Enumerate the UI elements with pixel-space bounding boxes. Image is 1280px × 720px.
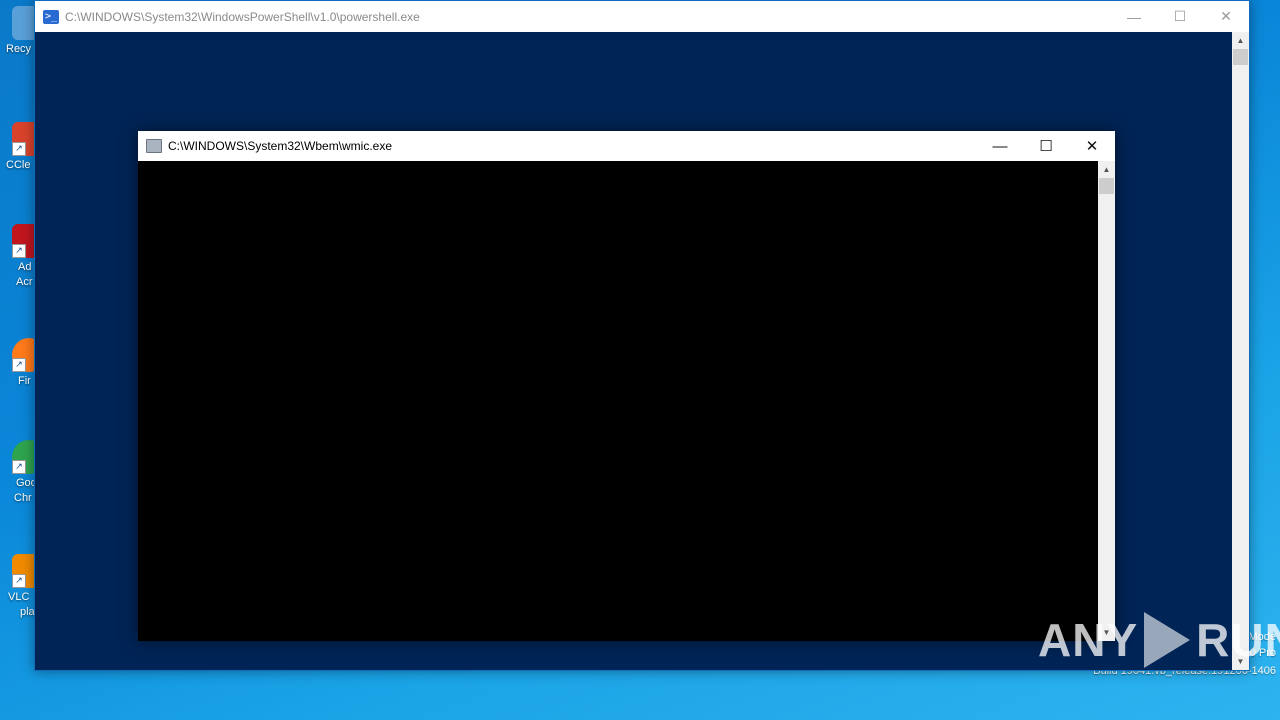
watermark-text-left: ANY xyxy=(1038,614,1139,666)
wmic-scrollbar[interactable]: ▲ ▼ xyxy=(1098,161,1115,641)
wmic-titlebar[interactable]: C:\WINDOWS\System32\Wbem\wmic.exe — ☐ ✕ xyxy=(138,131,1115,161)
powershell-scrollbar[interactable]: ▲ ▼ xyxy=(1232,32,1249,670)
minimize-button[interactable]: — xyxy=(1111,1,1157,32)
shortcut-arrow-icon: ↗ xyxy=(12,574,26,588)
close-icon: ✕ xyxy=(1220,8,1232,24)
shortcut-arrow-icon: ↗ xyxy=(12,244,26,258)
console-icon xyxy=(146,139,162,153)
maximize-button[interactable]: ☐ xyxy=(1157,1,1203,32)
shortcut-arrow-icon: ↗ xyxy=(12,460,26,474)
scrollbar-thumb[interactable] xyxy=(1233,49,1248,65)
close-icon: ✕ xyxy=(1085,138,1099,155)
shortcut-arrow-icon: ↗ xyxy=(12,358,26,372)
minimize-icon: — xyxy=(1127,8,1141,25)
shortcut-arrow-icon: ↗ xyxy=(12,142,26,156)
maximize-button[interactable]: ☐ xyxy=(1023,131,1069,161)
powershell-titlebar[interactable]: >_ C:\WINDOWS\System32\WindowsPowerShell… xyxy=(35,1,1249,32)
scroll-up-icon[interactable]: ▲ xyxy=(1098,161,1115,178)
play-logo-icon xyxy=(1144,612,1191,668)
powershell-icon: >_ xyxy=(43,9,59,24)
minimize-button[interactable]: — xyxy=(977,131,1023,161)
maximize-icon: ☐ xyxy=(1039,138,1053,155)
wmic-window-controls: — ☐ ✕ xyxy=(977,131,1115,162)
maximize-icon: ☐ xyxy=(1173,8,1187,24)
close-button[interactable]: ✕ xyxy=(1203,1,1249,32)
wmic-window[interactable]: C:\WINDOWS\System32\Wbem\wmic.exe — ☐ ✕ … xyxy=(138,131,1115,641)
scroll-up-icon[interactable]: ▲ xyxy=(1232,32,1249,49)
scrollbar-thumb[interactable] xyxy=(1099,178,1114,194)
close-button[interactable]: ✕ xyxy=(1069,131,1115,161)
anyrun-watermark: ANY RUN xyxy=(1038,612,1280,668)
wmic-window-title: C:\WINDOWS\System32\Wbem\wmic.exe xyxy=(168,139,393,153)
console-output-area[interactable] xyxy=(138,161,1098,641)
powershell-window-title: C:\WINDOWS\System32\WindowsPowerShell\v1… xyxy=(65,9,420,24)
minimize-icon: — xyxy=(992,137,1008,155)
powershell-window-controls: — ☐ ✕ xyxy=(1111,1,1249,32)
watermark-text-right: RUN xyxy=(1196,614,1280,666)
